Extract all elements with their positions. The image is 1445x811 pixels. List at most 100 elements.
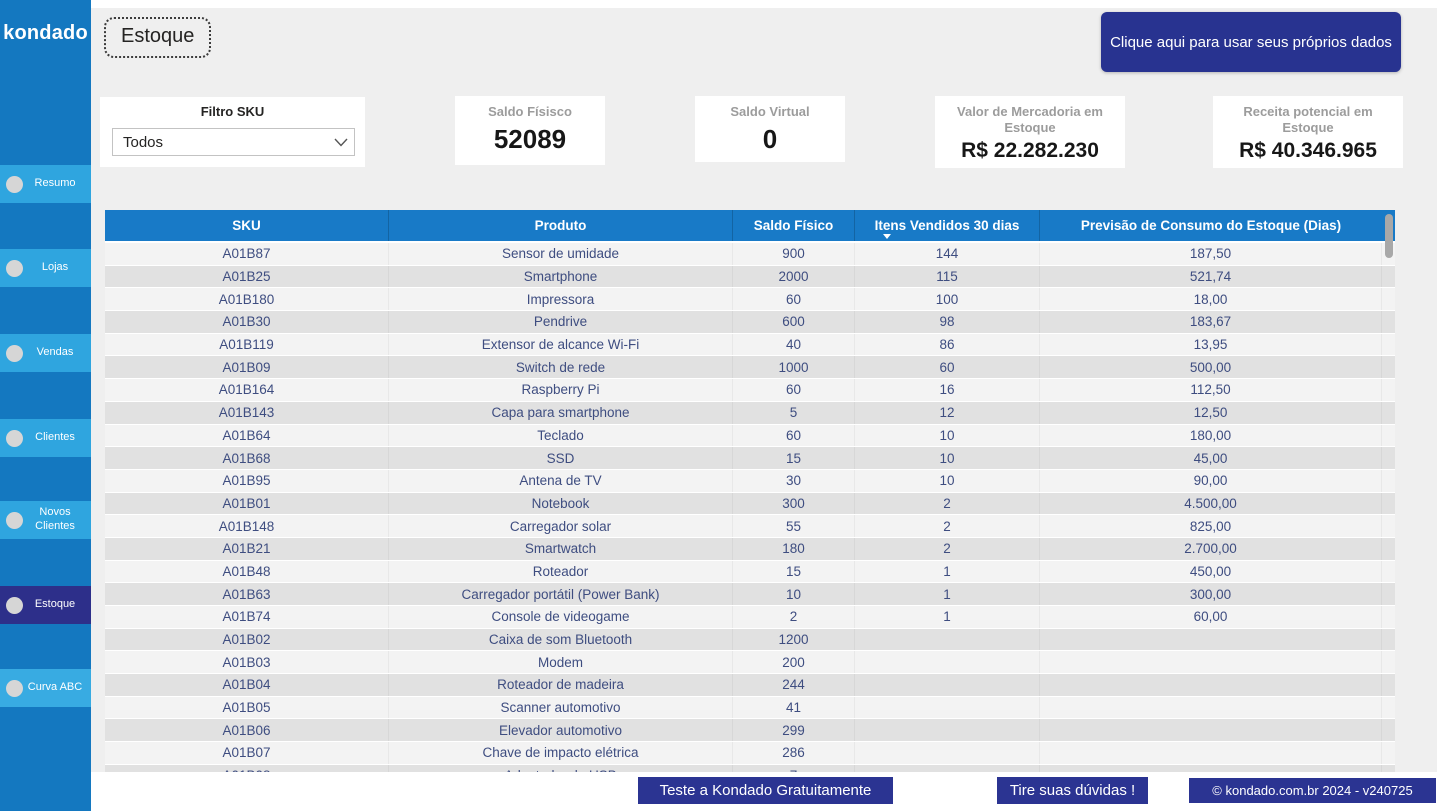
kpi-valor-mercadoria: Valor de Mercadoria em Estoque R$ 22.282… (935, 96, 1125, 168)
sidebar-item-estoque[interactable]: Estoque (0, 586, 91, 624)
table-row[interactable]: A01B25 Smartphone 2000 115 521,74 (105, 266, 1395, 289)
kpi-label: Receita potencial em Estoque (1213, 96, 1403, 137)
cell-saldo-fisico: 200 (733, 651, 855, 673)
table-row[interactable]: A01B68 SSD 15 10 45,00 (105, 447, 1395, 470)
table-row[interactable]: A01B06 Elevador automotivo 299 (105, 719, 1395, 742)
sidebar-item-curva-abc[interactable]: Curva ABC (0, 669, 91, 707)
cell-sku: A01B148 (105, 515, 389, 537)
cell-itens-vendidos: 10 (855, 447, 1040, 469)
kpi-value: R$ 22.282.230 (935, 139, 1125, 163)
cell-itens-vendidos (855, 629, 1040, 651)
cell-saldo-fisico: 55 (733, 515, 855, 537)
cell-itens-vendidos (855, 719, 1040, 741)
table-row[interactable]: A01B148 Carregador solar 55 2 825,00 (105, 515, 1395, 538)
sidebar-item-label: Lojas (23, 261, 87, 275)
table-row[interactable]: A01B95 Antena de TV 30 10 90,00 (105, 470, 1395, 493)
kpi-value: 0 (695, 124, 845, 155)
cell-previsao: 450,00 (1040, 561, 1382, 583)
cell-previsao (1040, 651, 1382, 673)
questions-button[interactable]: Tire suas dúvidas ! (997, 777, 1148, 804)
cell-previsao (1040, 674, 1382, 696)
table-row[interactable]: A01B21 Smartwatch 180 2 2.700,00 (105, 538, 1395, 561)
cell-sku: A01B09 (105, 356, 389, 378)
sidebar-item-clientes[interactable]: Clientes (0, 419, 91, 457)
cell-produto: Raspberry Pi (389, 379, 733, 401)
cell-sku: A01B143 (105, 402, 389, 424)
sidebar-item-resumo[interactable]: Resumo (0, 165, 91, 203)
sidebar-item-lojas[interactable]: Lojas (0, 249, 91, 287)
sidebar-item-label: Vendas (23, 346, 87, 360)
cell-produto: Switch de rede (389, 356, 733, 378)
cell-produto: Teclado (389, 425, 733, 447)
cell-previsao (1040, 629, 1382, 651)
circle-icon (6, 430, 23, 447)
cell-itens-vendidos: 60 (855, 356, 1040, 378)
cell-itens-vendidos: 2 (855, 538, 1040, 560)
cell-itens-vendidos (855, 742, 1040, 764)
table-row[interactable]: A01B64 Teclado 60 10 180,00 (105, 425, 1395, 448)
cell-saldo-fisico: 30 (733, 470, 855, 492)
trial-button[interactable]: Teste a Kondado Gratuitamente (638, 777, 893, 804)
cell-saldo-fisico: 15 (733, 447, 855, 469)
sku-filter-dropdown[interactable]: Todos (112, 128, 355, 156)
sidebar-item-label: Resumo (23, 177, 87, 191)
kpi-label: Saldo Virtual (695, 96, 845, 120)
cell-sku: A01B01 (105, 493, 389, 515)
cell-itens-vendidos: 10 (855, 425, 1040, 447)
cell-produto: Impressora (389, 288, 733, 310)
cell-sku: A01B180 (105, 288, 389, 310)
table-row[interactable]: A01B74 Console de videogame 2 1 60,00 (105, 606, 1395, 629)
table-row[interactable]: A01B30 Pendrive 600 98 183,67 (105, 311, 1395, 334)
table-row[interactable]: A01B03 Modem 200 (105, 651, 1395, 674)
cell-sku: A01B63 (105, 583, 389, 605)
cell-saldo-fisico: 15 (733, 561, 855, 583)
cell-itens-vendidos: 98 (855, 311, 1040, 333)
use-own-data-button[interactable]: Clique aqui para usar seus próprios dado… (1101, 12, 1401, 72)
cell-itens-vendidos: 2 (855, 515, 1040, 537)
cell-previsao: 180,00 (1040, 425, 1382, 447)
table-row[interactable]: A01B04 Roteador de madeira 244 (105, 674, 1395, 697)
column-header-sku[interactable]: SKU (105, 210, 389, 241)
column-header-saldo-fisico[interactable]: Saldo Físico (733, 210, 855, 241)
table-row[interactable]: A01B02 Caixa de som Bluetooth 1200 (105, 629, 1395, 652)
page-title: Estoque (104, 17, 211, 58)
cell-saldo-fisico: 60 (733, 379, 855, 401)
sidebar-item-novos-clientes[interactable]: Novos Clientes (0, 501, 91, 539)
table-row[interactable]: A01B48 Roteador 15 1 450,00 (105, 561, 1395, 584)
column-header-label: Itens Vendidos 30 dias (875, 218, 1020, 233)
kpi-label: Saldo Físisco (455, 96, 605, 120)
cell-produto: Scanner automotivo (389, 697, 733, 719)
table-header-row: SKU Produto Saldo Físico Itens Vendidos … (105, 210, 1395, 243)
kpi-saldo-fisico: Saldo Físisco 52089 (455, 96, 605, 165)
sidebar-item-vendas[interactable]: Vendas (0, 334, 91, 372)
table-row[interactable]: A01B07 Chave de impacto elétrica 286 (105, 742, 1395, 765)
table-row[interactable]: A01B143 Capa para smartphone 5 12 12,50 (105, 402, 1395, 425)
table-row[interactable]: A01B05 Scanner automotivo 41 (105, 697, 1395, 720)
table-scrollbar[interactable] (1385, 214, 1393, 258)
cell-sku: A01B08 (105, 765, 389, 772)
cell-previsao: 60,00 (1040, 606, 1382, 628)
table-row[interactable]: A01B180 Impressora 60 100 18,00 (105, 288, 1395, 311)
report-canvas: Estoque Clique aqui para usar seus própr… (91, 0, 1445, 811)
table-row[interactable]: A01B119 Extensor de alcance Wi-Fi 40 86 … (105, 334, 1395, 357)
table-row[interactable]: A01B87 Sensor de umidade 900 144 187,50 (105, 243, 1395, 266)
table-row[interactable]: A01B09 Switch de rede 1000 60 500,00 (105, 356, 1395, 379)
table-row[interactable]: A01B08 Adaptador de USB 7 (105, 765, 1395, 772)
cell-previsao: 187,50 (1040, 243, 1382, 265)
sku-filter-value: Todos (113, 134, 328, 151)
cell-sku: A01B06 (105, 719, 389, 741)
cell-itens-vendidos (855, 674, 1040, 696)
column-header-produto[interactable]: Produto (389, 210, 733, 241)
cell-itens-vendidos: 100 (855, 288, 1040, 310)
column-header-itens-vendidos[interactable]: Itens Vendidos 30 dias (855, 210, 1040, 241)
circle-icon (6, 597, 23, 614)
cell-produto: Carregador solar (389, 515, 733, 537)
table-row[interactable]: A01B01 Notebook 300 2 4.500,00 (105, 493, 1395, 516)
sidebar-item-label: Curva ABC (23, 681, 87, 695)
table-row[interactable]: A01B164 Raspberry Pi 60 16 112,50 (105, 379, 1395, 402)
column-header-previsao[interactable]: Previsão de Consumo do Estoque (Dias) (1040, 210, 1382, 241)
copyright-button[interactable]: © kondado.com.br 2024 - v240725 (1188, 777, 1437, 804)
cell-sku: A01B64 (105, 425, 389, 447)
chevron-down-icon (328, 138, 354, 147)
table-row[interactable]: A01B63 Carregador portátil (Power Bank) … (105, 583, 1395, 606)
